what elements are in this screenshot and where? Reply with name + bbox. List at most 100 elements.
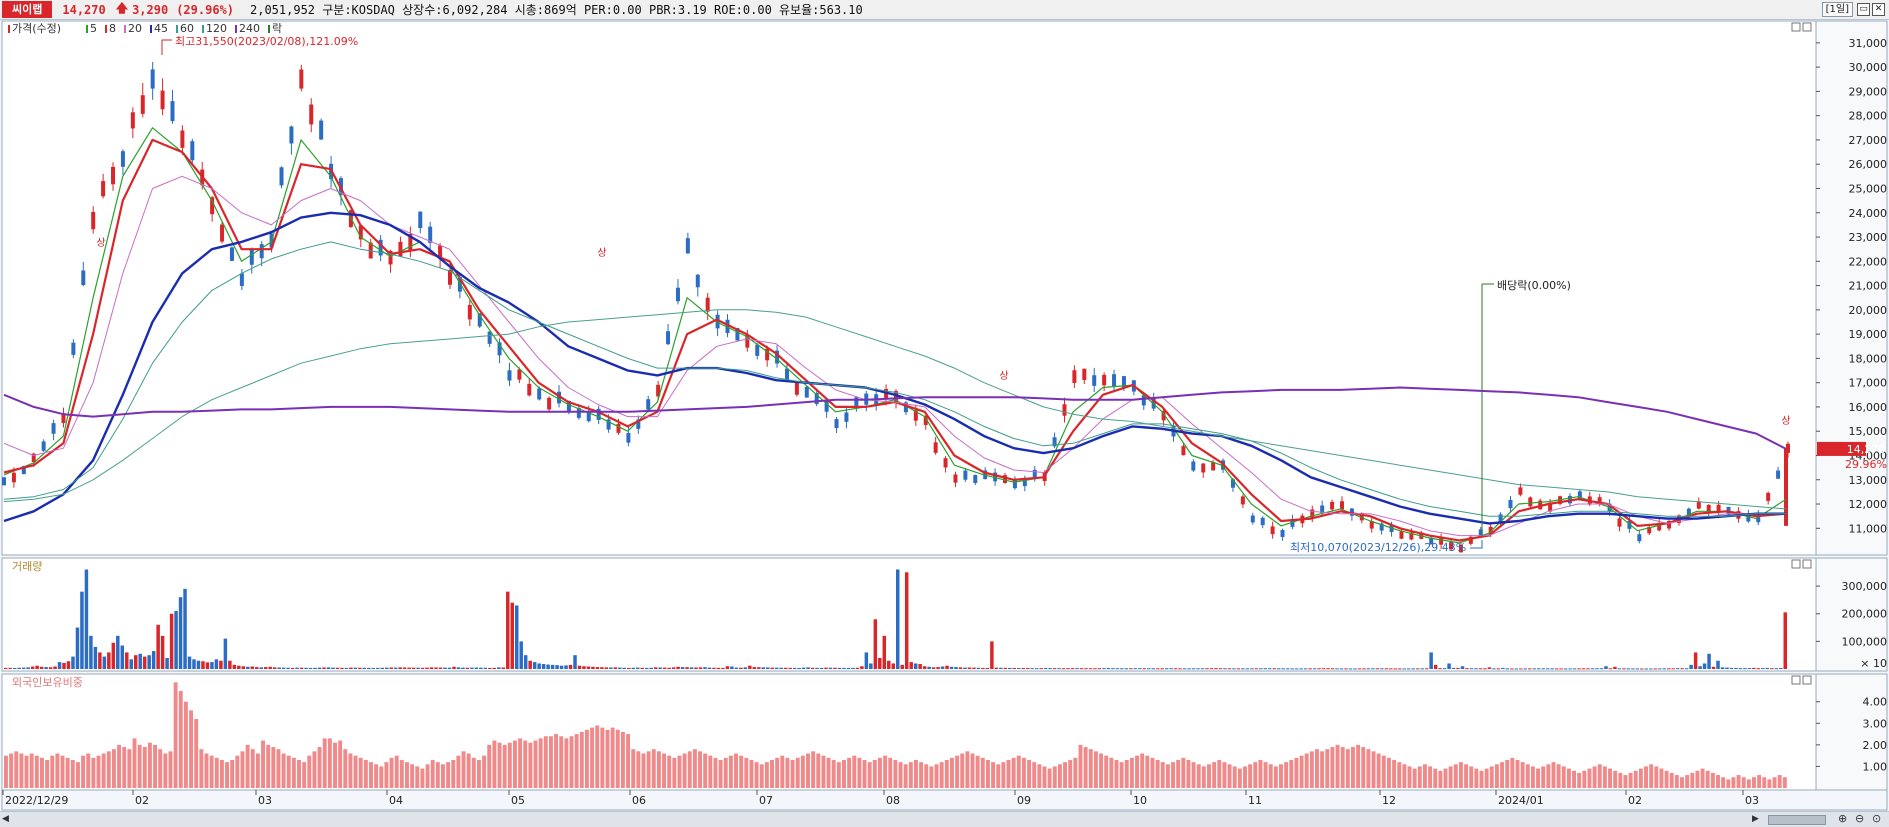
volume-bar (1160, 668, 1164, 670)
volume-bar (178, 597, 183, 669)
foreign-bar (1602, 766, 1607, 788)
foreign-bar (698, 751, 703, 788)
scroll-left-icon[interactable]: ◀ (2, 814, 12, 824)
volume-bar (1505, 668, 1510, 670)
foreign-bar (579, 731, 584, 788)
volume-bar (1765, 667, 1770, 669)
volume-bar (1617, 668, 1622, 670)
volume-bar (304, 667, 308, 669)
volume-bar (869, 663, 873, 669)
foreign-bar (1237, 768, 1242, 788)
candle (1330, 501, 1335, 510)
volume-bar (26, 667, 30, 669)
foreign-bar (1140, 753, 1145, 788)
volume-bar (1097, 668, 1102, 670)
scroll-right-icon[interactable]: ▶ (1752, 814, 1762, 824)
foreign-bar (590, 727, 595, 788)
scroll-thumb[interactable] (1768, 815, 1826, 825)
volume-bar (380, 667, 385, 669)
volume-bar (636, 667, 640, 669)
foreign-bar (1551, 762, 1556, 788)
volume-bar (1066, 668, 1070, 670)
volume-bar (1111, 668, 1115, 670)
candle (11, 472, 16, 483)
volume-bar (734, 667, 739, 669)
volume-bar (93, 646, 98, 669)
foreign-bar (615, 729, 620, 788)
horizontal-scrollbar[interactable]: ◀ ▶ ⊕ ⊖ ⊙ (0, 811, 1889, 827)
volume-bar (1429, 652, 1433, 669)
y-tick-label: 29,000 (1849, 85, 1888, 98)
volume-bar (228, 660, 232, 669)
panel-maximize-icon (1802, 675, 1812, 685)
volume-bar (1720, 667, 1725, 669)
foreign-bar (1068, 759, 1073, 788)
foreign-bar (893, 759, 898, 788)
foreign-bar (1315, 749, 1319, 788)
foreign-bar (908, 762, 913, 788)
volume-bar (676, 666, 680, 669)
volume-bar (1384, 668, 1389, 670)
volume-bar (1545, 668, 1550, 670)
stock-chart[interactable]: 11,00012,00013,00014,00015,00016,00017,0… (0, 0, 1889, 811)
volume-bar (555, 665, 559, 669)
volume-bar (1433, 664, 1438, 669)
volume-bar (250, 666, 255, 669)
volume-bar (792, 667, 797, 669)
volume-bar (1761, 668, 1765, 670)
foreign-bar (1248, 764, 1253, 788)
candle (1399, 531, 1404, 539)
candle (646, 399, 651, 410)
zoom-out-icon[interactable]: ⊖ (1855, 813, 1867, 825)
volume-bar (618, 667, 622, 669)
foreign-bar (1474, 768, 1479, 788)
foreign-bar (1386, 757, 1391, 788)
volume-bar (223, 638, 228, 669)
foreign-bar (800, 755, 805, 788)
foreign-bar (1114, 759, 1119, 788)
foreign-bar (924, 764, 929, 788)
foreign-bar (1520, 762, 1525, 788)
foreign-bar (538, 738, 543, 788)
foreign-bar (1309, 751, 1314, 788)
volume-bar (1519, 668, 1523, 670)
volume-bar (985, 667, 990, 669)
foreign-bar (631, 749, 636, 788)
y-tick-label: 1.00 (1863, 760, 1888, 773)
volume-bar (353, 667, 358, 669)
foreign-bar (1176, 759, 1181, 788)
candle (755, 344, 760, 356)
zoom-in-icon[interactable]: ⊕ (1838, 813, 1850, 825)
foreign-bar (307, 755, 312, 788)
foreign-bar (867, 762, 872, 788)
foreign-bar (775, 757, 780, 788)
volume-bar (326, 667, 331, 669)
volume-bar (1380, 668, 1384, 670)
foreign-bar (1422, 764, 1427, 788)
foreign-bar (898, 762, 903, 788)
volume-bar (107, 652, 111, 669)
foreign-bar (975, 755, 980, 788)
foreign-bar (852, 755, 857, 788)
foreign-bar (353, 755, 358, 788)
volume-bar (1102, 668, 1106, 670)
candle (51, 423, 56, 434)
legend-swatch (86, 25, 88, 33)
foreign-bar (595, 725, 600, 788)
foreign-bar (939, 762, 944, 788)
legend-swatch (8, 25, 10, 33)
foreign-bar (944, 759, 949, 788)
y-tick-label: 2.00 (1863, 739, 1888, 752)
foreign-bar (970, 753, 975, 788)
volume-bar (71, 656, 75, 669)
volume-bar (1456, 668, 1460, 670)
volume-bar (1084, 668, 1088, 670)
zoom-reset-icon[interactable]: ⊙ (1872, 813, 1884, 825)
foreign-bar (1721, 777, 1726, 788)
volume-bar (743, 667, 748, 669)
foreign-bar (1047, 768, 1052, 788)
candle (1340, 501, 1344, 510)
volume-bar (1348, 668, 1353, 670)
volume-bar (322, 667, 326, 669)
foreign-bar (1129, 757, 1134, 788)
